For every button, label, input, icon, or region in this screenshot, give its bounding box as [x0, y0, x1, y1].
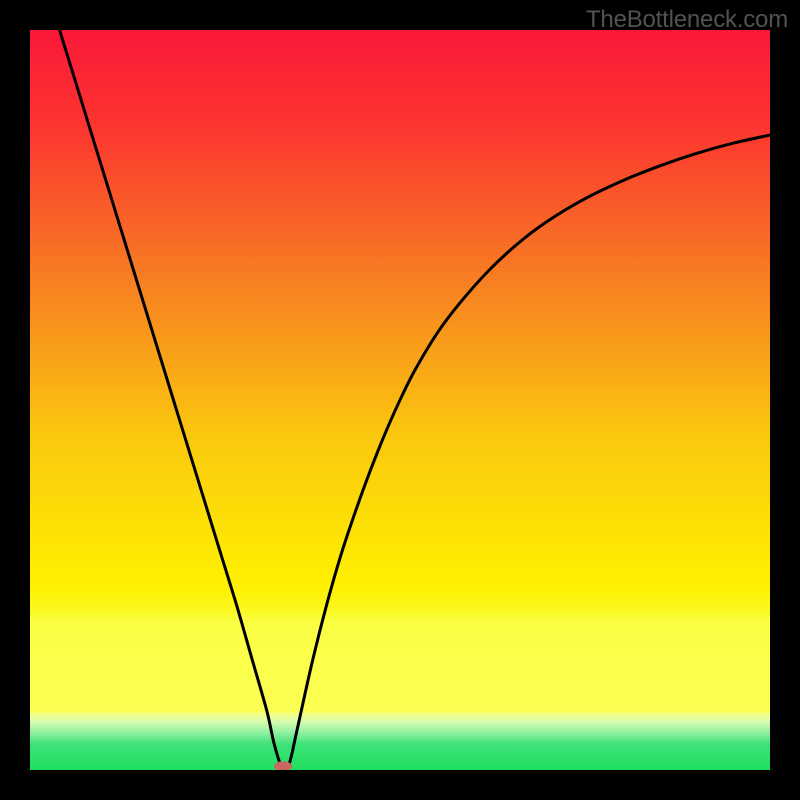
- watermark-text: TheBottleneck.com: [586, 6, 788, 34]
- plot-area: [30, 30, 770, 770]
- chart-svg: [30, 30, 770, 770]
- chart-container: TheBottleneck.com: [0, 0, 800, 800]
